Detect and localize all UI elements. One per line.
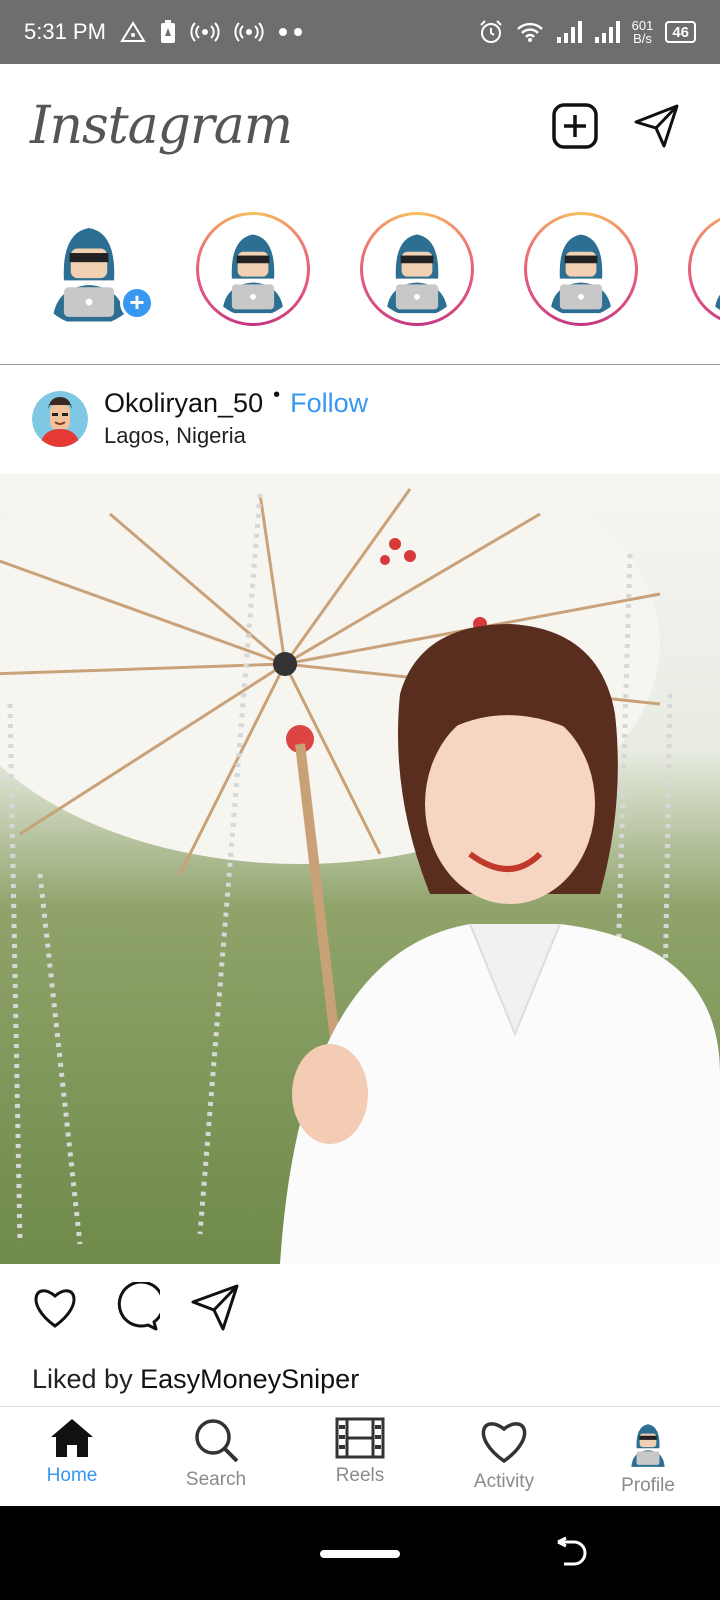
story-item[interactable] [360,212,474,326]
post-author-avatar[interactable] [32,390,88,447]
search-icon [195,1419,239,1463]
share-button[interactable] [190,1283,240,1331]
bottom-nav: Home Search Reels Activity Profile [0,1406,720,1506]
post-actions [30,1282,240,1332]
avatar [697,221,720,317]
paper-plane-icon [191,1284,239,1331]
nav-label: Search [185,1469,247,1490]
nav-label: Profile [621,1475,675,1496]
nav-search[interactable]: Search [144,1407,288,1506]
paper-plane-icon [634,104,679,148]
direct-messages-button[interactable] [634,104,680,148]
vpn-triangle-icon [120,21,146,43]
stories-row[interactable]: + [0,212,720,332]
battery-saver-icon [160,20,176,44]
new-post-button[interactable] [552,103,598,149]
app-logo: Instagram [30,96,293,156]
nav-activity[interactable]: Activity [432,1407,576,1506]
separator-dot: • [273,384,281,406]
nav-home[interactable]: Home [0,1407,144,1506]
home-icon [51,1419,93,1457]
heart-icon [34,1289,76,1328]
your-story[interactable]: + [32,212,154,326]
liked-prefix: Liked by [32,1364,141,1394]
signal-icon [556,21,582,43]
status-bar: 5:31 PM 601 B/s 46 [0,0,720,64]
story-item[interactable] [688,212,720,326]
top-app-bar: Instagram [0,64,720,188]
post-location[interactable]: Lagos, Nigeria [104,423,368,449]
post-header: Okoliryan_50 • Follow Lagos, Nigeria [32,384,368,449]
home-gesture-pill[interactable] [320,1550,400,1558]
liked-by-user[interactable]: EasyMoneySniper [140,1364,359,1394]
nav-reels[interactable]: Reels [288,1407,432,1506]
comment-button[interactable] [110,1282,160,1332]
hotspot-icon [190,22,220,42]
nav-label: Reels [335,1465,385,1486]
nav-profile[interactable]: Profile [576,1407,720,1506]
heart-icon [481,1422,527,1464]
signal-icon-2 [594,21,620,43]
avatar [533,221,629,317]
liked-by-text[interactable]: Liked by EasyMoneySniper [32,1364,359,1395]
more-notifications-icon [278,27,304,37]
story-item[interactable] [524,212,638,326]
nav-label: Home [46,1465,98,1486]
avatar [369,221,465,317]
avatar [205,221,301,317]
follow-button[interactable]: Follow [290,388,368,419]
profile-avatar-icon [631,1424,665,1467]
alarm-icon [478,19,504,45]
comment-icon [117,1282,160,1331]
film-icon [335,1417,385,1459]
back-icon[interactable] [556,1536,590,1575]
like-button[interactable] [30,1284,80,1330]
stories-divider [0,364,720,365]
post-username[interactable]: Okoliryan_50 [104,388,263,419]
wifi-icon [516,21,544,43]
add-story-badge[interactable]: + [120,286,154,320]
status-time: 5:31 PM [24,19,106,44]
plus-square-icon [552,103,598,149]
battery-level: 46 [665,21,696,43]
system-nav-bar [0,1506,720,1600]
network-speed: 601 B/s [631,18,654,46]
post-image[interactable] [0,474,720,1264]
story-item[interactable] [196,212,310,326]
hotspot-icon-2 [234,22,264,42]
nav-label: Activity [473,1471,535,1492]
